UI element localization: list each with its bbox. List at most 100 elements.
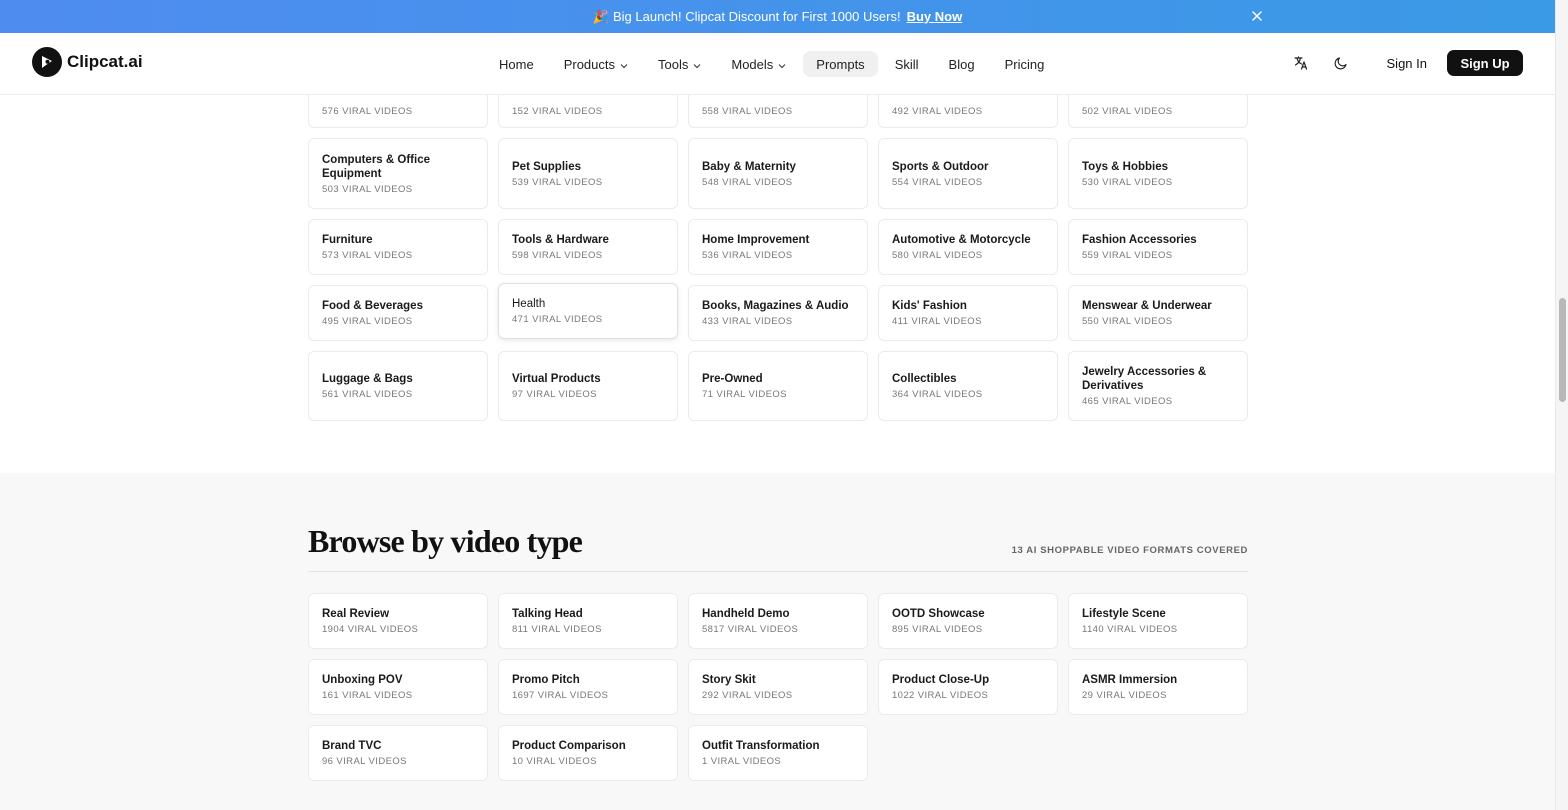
category-card[interactable]: Home Improvement 536 VIRAL VIDEOS [688, 219, 868, 275]
browse-title: Browse by video type [308, 523, 583, 559]
video-type-count: 1904 VIRAL VIDEOS [322, 624, 419, 635]
navbar: Clipcat.ai Home Products Tools Models Pr… [0, 33, 1555, 95]
translate-icon[interactable] [1289, 51, 1313, 75]
category-count: 539 VIRAL VIDEOS [512, 176, 603, 188]
category-card[interactable]: Furniture 573 VIRAL VIDEOS [308, 219, 488, 275]
video-type-count: 292 VIRAL VIDEOS [702, 690, 793, 701]
category-card[interactable]: Fashion Accessories 559 VIRAL VIDEOS [1068, 219, 1248, 275]
video-type-card[interactable]: Outfit Transformation 1 VIRAL VIDEOS [688, 725, 868, 781]
category-card[interactable]: Books, Magazines & Audio 433 VIRAL VIDEOS [688, 285, 868, 341]
category-count: 548 VIRAL VIDEOS [702, 176, 793, 188]
video-type-card[interactable]: Product Close-Up 1022 VIRAL VIDEOS [878, 659, 1058, 715]
nav-models[interactable]: Models [718, 51, 799, 77]
category-card[interactable]: Kids' Fashion 411 VIRAL VIDEOS [878, 285, 1058, 341]
close-icon[interactable] [1249, 8, 1265, 24]
sign-up-button[interactable]: Sign Up [1447, 50, 1523, 76]
chevron-down-icon [693, 57, 701, 72]
video-type-name: Brand TVC [322, 740, 382, 752]
category-name: Tools & Hardware [512, 234, 609, 246]
category-name: Jewelry Accessories & Derivatives [1082, 366, 1207, 392]
category-card[interactable]: Automotive & Motorcycle 580 VIRAL VIDEOS [878, 219, 1058, 275]
nav-products-label: Products [563, 56, 615, 72]
nav-home[interactable]: Home [486, 51, 547, 77]
category-name: Toys & Hobbies [1082, 160, 1169, 173]
category-name: Luggage & Bags [322, 373, 413, 385]
nav-products[interactable]: Products [551, 51, 641, 77]
video-type-count: 1022 VIRAL VIDEOS [892, 690, 989, 701]
video-type-count: 96 VIRAL VIDEOS [322, 756, 407, 767]
video-type-name: Talking Head [512, 608, 583, 620]
video-type-card[interactable]: Talking Head 811 VIRAL VIDEOS [498, 593, 678, 649]
scrollbar-thumb[interactable] [1559, 298, 1566, 402]
category-card[interactable]: Tools & Hardware 598 VIRAL VIDEOS [498, 219, 678, 275]
page-scrollbar[interactable] [1555, 0, 1568, 810]
nav-pricing[interactable]: Pricing [992, 51, 1058, 77]
category-count: 536 VIRAL VIDEOS [702, 250, 793, 261]
nav-skill[interactable]: Skill [882, 51, 932, 77]
category-card[interactable]: Luggage & Bags 561 VIRAL VIDEOS [308, 351, 488, 421]
video-type-name: ASMR Immersion [1082, 674, 1178, 686]
nav-actions: Sign In Sign Up [1289, 50, 1523, 76]
nav-tools[interactable]: Tools [645, 51, 714, 77]
video-type-card[interactable]: Story Skit 292 VIRAL VIDEOS [688, 659, 868, 715]
nav-home-label: Home [499, 56, 534, 72]
category-card[interactable]: Collectibles 364 VIRAL VIDEOS [878, 351, 1058, 421]
category-card[interactable]: Toys & Hobbies 530 VIRAL VIDEOS [1068, 138, 1248, 209]
video-type-name: Handheld Demo [702, 608, 790, 620]
category-count: 433 VIRAL VIDEOS [702, 316, 793, 327]
category-name: Virtual Products [512, 373, 601, 385]
category-name: Furniture [322, 234, 373, 246]
sign-in-button[interactable]: Sign In [1387, 56, 1427, 71]
video-type-name: Product Close-Up [892, 674, 990, 686]
category-count: 598 VIRAL VIDEOS [512, 250, 603, 261]
category-count: 502 VIRAL VIDEOS [1082, 105, 1173, 117]
video-type-card[interactable]: Lifestyle Scene 1140 VIRAL VIDEOS [1068, 593, 1248, 649]
video-type-count: 811 VIRAL VIDEOS [512, 624, 602, 635]
category-name: Collectibles [892, 373, 957, 385]
category-card[interactable]: Health 471 VIRAL VIDEOS [498, 283, 678, 339]
video-type-count: 161 VIRAL VIDEOS [322, 690, 413, 701]
video-type-card[interactable]: Brand TVC 96 VIRAL VIDEOS [308, 725, 488, 781]
buy-now-link[interactable]: Buy Now [907, 9, 963, 24]
category-name: Kids' Fashion [892, 300, 967, 312]
section-divider [308, 571, 1248, 572]
brand-logo[interactable]: Clipcat.ai [32, 47, 143, 77]
nav-blog-label: Blog [948, 56, 975, 72]
category-card[interactable]: Menswear & Underwear 550 VIRAL VIDEOS [1068, 285, 1248, 341]
main-menu: Home Products Tools Models Prompts Skill… [486, 51, 1061, 77]
video-type-count: 1 VIRAL VIDEOS [702, 756, 782, 767]
video-type-card[interactable]: ASMR Immersion 29 VIRAL VIDEOS [1068, 659, 1248, 715]
brand-name: Clipcat.ai [67, 52, 143, 71]
video-type-count: 5817 VIRAL VIDEOS [702, 624, 799, 635]
moon-icon[interactable] [1329, 51, 1353, 75]
category-count: 561 VIRAL VIDEOS [322, 389, 413, 400]
video-type-card[interactable]: Promo Pitch 1697 VIRAL VIDEOS [498, 659, 678, 715]
category-card[interactable]: Sports & Outdoor 554 VIRAL VIDEOS [878, 138, 1058, 209]
category-card[interactable]: Virtual Products 97 VIRAL VIDEOS [498, 351, 678, 421]
video-type-card[interactable]: Real Review 1904 VIRAL VIDEOS [308, 593, 488, 649]
category-card[interactable]: Pre-Owned 71 VIRAL VIDEOS [688, 351, 868, 421]
category-count: 554 VIRAL VIDEOS [892, 176, 983, 188]
video-type-card[interactable]: OOTD Showcase 895 VIRAL VIDEOS [878, 593, 1058, 649]
category-count: 492 VIRAL VIDEOS [892, 105, 983, 117]
category-name: Sports & Outdoor [892, 160, 989, 173]
category-card[interactable]: Computers & Office Equipment 503 VIRAL VI… [308, 138, 488, 209]
nav-prompts[interactable]: Prompts [803, 51, 878, 77]
category-card[interactable]: Baby & Maternity 548 VIRAL VIDEOS [688, 138, 868, 209]
category-count: 530 VIRAL VIDEOS [1082, 176, 1173, 188]
category-card[interactable]: Food & Beverages 495 VIRAL VIDEOS [308, 285, 488, 341]
video-type-name: Outfit Transformation [702, 740, 820, 752]
category-count: 559 VIRAL VIDEOS [1082, 250, 1173, 261]
category-name: Baby & Maternity [702, 160, 796, 173]
video-type-card[interactable]: Unboxing POV 161 VIRAL VIDEOS [308, 659, 488, 715]
video-type-name: Lifestyle Scene [1082, 608, 1166, 620]
category-count: 71 VIRAL VIDEOS [702, 389, 787, 400]
category-card[interactable]: Pet Supplies 539 VIRAL VIDEOS [498, 138, 678, 209]
video-type-name: Story Skit [702, 674, 756, 686]
video-type-card[interactable]: Handheld Demo 5817 VIRAL VIDEOS [688, 593, 868, 649]
category-card[interactable]: Jewelry Accessories & Derivatives 465 VIR… [1068, 351, 1248, 421]
nav-blog[interactable]: Blog [936, 51, 988, 77]
video-type-count: 895 VIRAL VIDEOS [892, 624, 983, 635]
chevron-down-icon [620, 57, 628, 72]
video-type-card[interactable]: Product Comparison 10 VIRAL VIDEOS [498, 725, 678, 781]
